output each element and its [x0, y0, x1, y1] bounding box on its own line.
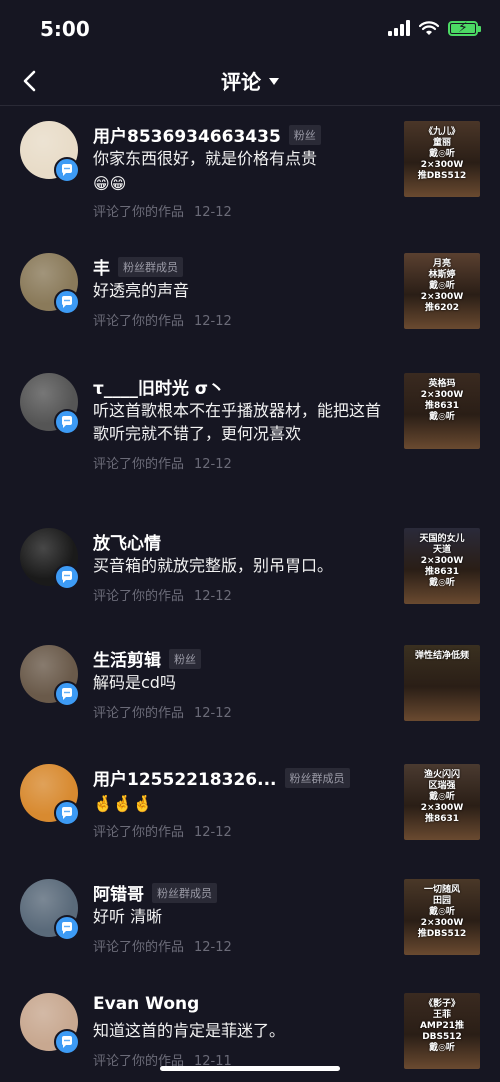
avatar-button[interactable]: [20, 121, 80, 183]
comment-text: 好透亮的声音: [93, 281, 190, 300]
comment-date: 12-12: [194, 589, 232, 604]
chat-bubble-icon: [54, 564, 80, 590]
user-name[interactable]: 用户12552218326...: [93, 765, 277, 790]
action-text: 评论了你的作品: [93, 940, 185, 955]
avatar-button[interactable]: [20, 373, 80, 435]
home-indicator: [160, 1066, 340, 1071]
video-thumbnail[interactable]: 渔火闪闪 区瑞强 戴◎听 2×300W 推8631: [404, 764, 480, 840]
video-thumbnail[interactable]: 《影子》 王菲 AMP21推 DBS512 戴◎听: [404, 993, 480, 1069]
comment-text: 知道这首的肯定是菲迷了。: [93, 1021, 286, 1040]
comment-text: 好听 清晰: [93, 907, 163, 926]
comment-meta: 评论了你的作品 12-12: [93, 585, 232, 604]
avatar-button[interactable]: [20, 879, 80, 941]
thumbnail-caption: 《九儿》 童丽 戴◎听 2×300W 推DBS512: [417, 127, 467, 181]
comment-text: 听这首歌根本不在乎播放器材，能把这首歌听完就不错了，更何况喜欢: [93, 401, 382, 443]
action-text: 评论了你的作品: [93, 205, 185, 220]
action-text: 评论了你的作品: [93, 706, 185, 721]
user-name[interactable]: 阿错哥: [93, 880, 144, 905]
thumbnail-caption: 英格玛 2×300W 推8631 戴◎听: [420, 379, 464, 422]
video-thumbnail[interactable]: 一切随风 田园 戴◎听 2×300W 推DBS512: [404, 879, 480, 955]
emoji-row: 🤞🤞🤞: [93, 794, 153, 813]
emoji-row: 😁😁: [93, 174, 127, 193]
comment-date: 12-12: [194, 825, 232, 840]
avatar-button[interactable]: [20, 764, 80, 826]
user-name[interactable]: τ____旧时光 σ丶: [93, 374, 225, 399]
battery-charging-icon: ⚡: [448, 20, 481, 36]
chat-bubble-icon: [54, 1029, 80, 1055]
comment-date: 12-12: [194, 706, 232, 721]
user-name[interactable]: 用户8536934663435: [93, 122, 281, 147]
chat-bubble-icon: [54, 409, 80, 435]
comment-filter-dropdown[interactable]: 评论: [0, 66, 500, 95]
comment-text: 你家东西很好，就是价格有点贵 😁😁: [93, 147, 383, 195]
action-text: 评论了你的作品: [93, 589, 185, 604]
user-name[interactable]: 放飞心情: [93, 529, 161, 554]
chat-bubble-icon: [54, 800, 80, 826]
wifi-icon: [419, 20, 439, 35]
video-thumbnail[interactable]: 《九儿》 童丽 戴◎听 2×300W 推DBS512: [404, 121, 480, 197]
fan-badge: 粉丝群成员: [152, 882, 217, 903]
comment-meta: 评论了你的作品 12-12: [93, 310, 232, 329]
comment-text: 买音箱的就放完整版，别吊胃口。: [93, 556, 334, 575]
thumbnail-caption: 天国的女儿 天道 2×300W 推8631 戴◎听: [419, 534, 465, 588]
name-row: 用户12552218326... 粉丝群成员: [93, 765, 350, 790]
fan-badge: 粉丝: [288, 124, 321, 145]
avatar-button[interactable]: [20, 253, 80, 315]
chat-bubble-icon: [54, 289, 80, 315]
video-thumbnail[interactable]: 英格玛 2×300W 推8631 戴◎听: [404, 373, 480, 449]
avatar-button[interactable]: [20, 528, 80, 590]
thumbnail-caption: 月亮 林斯婷 戴◎听 2×300W 推6202: [420, 259, 464, 313]
name-row: 丰粉丝群成员: [93, 254, 183, 279]
comment-date: 12-12: [194, 314, 232, 329]
thumbnail-caption: 渔火闪闪 区瑞强 戴◎听 2×300W 推8631: [420, 770, 464, 824]
chat-bubble-icon: [54, 157, 80, 183]
user-name[interactable]: 丰: [93, 254, 110, 279]
name-row: 生活剪辑 粉丝: [93, 646, 201, 671]
avatar-button[interactable]: [20, 993, 80, 1055]
comment-meta: 评论了你的作品 12-12: [93, 453, 232, 472]
avatar-button[interactable]: [20, 645, 80, 707]
status-time: 5:00: [40, 17, 90, 41]
thumbnail-caption: 《影子》 王菲 AMP21推 DBS512 戴◎听: [419, 999, 465, 1053]
comment-meta: 评论了你的作品 12-12: [93, 201, 232, 220]
comment-date: 12-12: [194, 457, 232, 472]
action-text: 评论了你的作品: [93, 825, 185, 840]
video-thumbnail[interactable]: 月亮 林斯婷 戴◎听 2×300W 推6202: [404, 253, 480, 329]
nav-header: 评论: [0, 58, 500, 106]
name-row: 放飞心情: [93, 529, 161, 554]
page-title: 评论: [221, 70, 261, 94]
name-row: 用户8536934663435 粉丝: [93, 122, 321, 147]
video-thumbnail[interactable]: 天国的女儿 天道 2×300W 推8631 戴◎听: [404, 528, 480, 604]
comment-text: 🤞🤞🤞: [93, 790, 383, 815]
fan-badge: 粉丝群成员: [118, 256, 183, 277]
comment-meta: 评论了你的作品 12-12: [93, 936, 232, 955]
signal-icon: [388, 20, 410, 36]
comment-text: 解码是cd吗: [93, 673, 176, 692]
comment-meta: 评论了你的作品 12-12: [93, 702, 232, 721]
fan-badge: 粉丝群成员: [284, 767, 350, 788]
thumbnail-caption: 弹性结净低频: [414, 651, 469, 661]
thumbnail-caption: 一切随风 田园 戴◎听 2×300W 推DBS512: [417, 885, 467, 939]
action-text: 评论了你的作品: [93, 314, 185, 329]
fan-badge: 粉丝: [169, 648, 201, 669]
name-row: Evan Wong: [93, 994, 199, 1014]
chat-bubble-icon: [54, 681, 80, 707]
comment-meta: 评论了你的作品 12-12: [93, 821, 232, 840]
video-thumbnail[interactable]: 弹性结净低频: [404, 645, 480, 721]
status-bar: 5:00 ⚡: [0, 0, 500, 58]
caret-down-icon: [269, 78, 279, 85]
action-text: 评论了你的作品: [93, 457, 185, 472]
comment-date: 12-12: [194, 940, 232, 955]
status-icons: ⚡: [388, 20, 481, 36]
user-name[interactable]: Evan Wong: [93, 994, 199, 1014]
chat-bubble-icon: [54, 915, 80, 941]
name-row: τ____旧时光 σ丶: [93, 374, 225, 399]
comment-date: 12-12: [194, 205, 232, 220]
name-row: 阿错哥 粉丝群成员: [93, 880, 217, 905]
user-name[interactable]: 生活剪辑: [93, 646, 161, 671]
